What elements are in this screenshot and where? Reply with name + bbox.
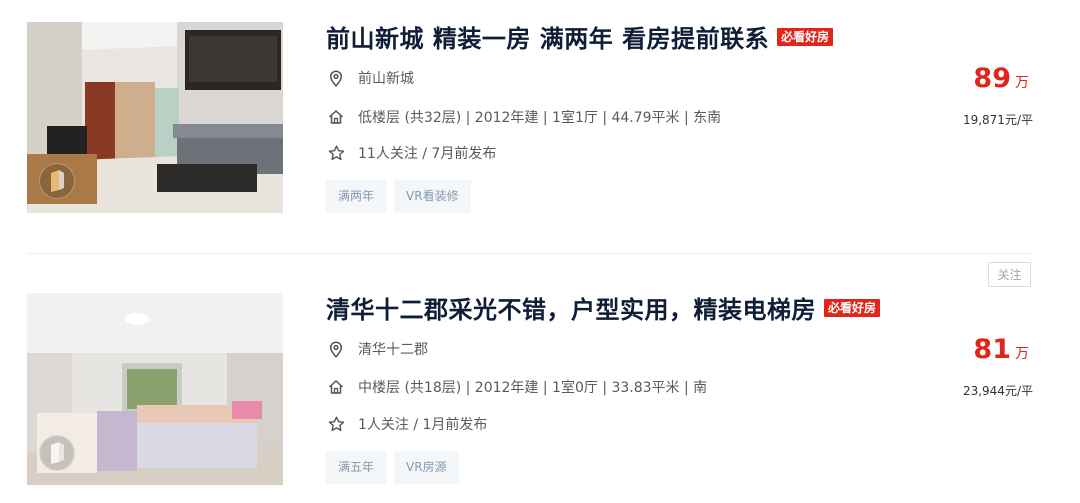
location-pin-icon [326,69,346,87]
house-info-row: 中楼层 (共18层) | 2012年建 | 1室0厅 | 33.83平米 | 南 [326,377,707,397]
house-info-row: 低楼层 (共32层) | 2012年建 | 1室1厅 | 44.79平米 | 东… [326,107,721,127]
tag-list: 满五年 VR房源 [326,451,459,484]
listing-photo[interactable] [27,22,283,213]
listing-title[interactable]: 清华十二郡采光不错，户型实用，精装电梯房 [326,290,816,325]
unit-price: 19,871元/平 [962,113,1033,127]
listing-title-row: 清华十二郡采光不错，户型实用，精装电梯房 必看好房 [326,290,881,325]
vr-icon [51,170,64,192]
total-price: 89 万 [973,63,1029,94]
house-icon [326,378,346,396]
tag: VR看装修 [394,180,471,213]
follow-info: 11人关注 / 7月前发布 [358,146,497,162]
community-link[interactable]: 前山新城 [358,68,414,88]
tag: 满五年 [326,451,387,484]
price-unit: 万 [1015,75,1029,91]
vr-badge[interactable] [39,435,75,471]
listing-divider [27,253,1033,254]
price-unit: 万 [1015,346,1029,362]
unit-price: 23,944元/平 [962,384,1033,398]
community-row: 清华十二郡 [326,339,428,359]
follow-info-row: 11人关注 / 7月前发布 [326,143,496,163]
house-info: 中楼层 (共18层) | 2012年建 | 1室0厅 | 33.83平米 | 南 [358,380,708,396]
follow-info: 1人关注 / 1月前发布 [358,417,488,433]
location-pin-icon [326,340,346,358]
total-price: 81 万 [973,334,1029,365]
community-link[interactable]: 清华十二郡 [358,339,428,359]
vr-icon [51,442,64,464]
star-icon [326,144,346,162]
follow-info-row: 1人关注 / 1月前发布 [326,414,487,434]
recommended-badge: 必看好房 [824,298,881,317]
house-icon [326,108,346,126]
community-row: 前山新城 [326,68,414,88]
listing-photo[interactable] [27,293,283,485]
star-icon [326,415,346,433]
vr-badge[interactable] [39,163,75,199]
recommended-badge: 必看好房 [777,27,834,46]
listing-title[interactable]: 前山新城 精装一房 满两年 看房提前联系 [326,19,769,54]
follow-button[interactable]: 关注 [988,262,1031,287]
tag-list: 满两年 VR看装修 [326,180,471,213]
price-value: 89 [973,63,1011,94]
tag: 满两年 [326,180,387,213]
listing-title-row: 前山新城 精装一房 满两年 看房提前联系 必看好房 [326,19,834,54]
house-info: 低楼层 (共32层) | 2012年建 | 1室1厅 | 44.79平米 | 东… [358,110,722,126]
tag: VR房源 [394,451,459,484]
price-value: 81 [973,334,1011,365]
